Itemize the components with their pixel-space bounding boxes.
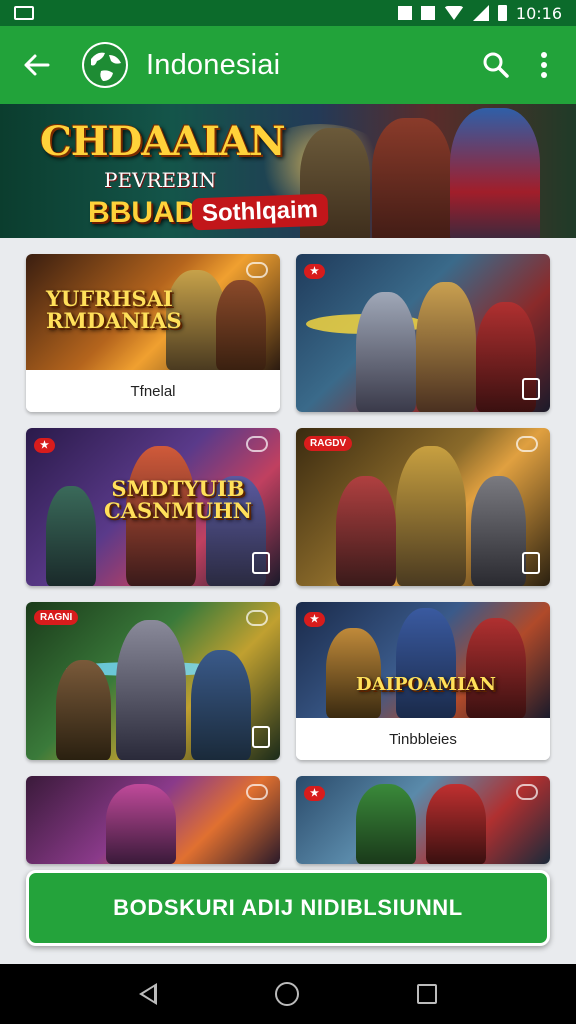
- game-card[interactable]: ★ DAIPOAMIAN Tinbbleies: [296, 602, 550, 760]
- hero-figure: [356, 292, 416, 412]
- hero-figure: [326, 628, 381, 718]
- banner-tag: BBUAD: [88, 196, 197, 229]
- game-card[interactable]: RAGNI: [26, 602, 280, 760]
- bookmark-icon[interactable]: [522, 378, 540, 400]
- game-card[interactable]: ★: [296, 776, 550, 864]
- hero-figure: [191, 650, 251, 760]
- notification-icon: [14, 6, 34, 20]
- favorite-icon[interactable]: [246, 610, 268, 626]
- hero-figure: [116, 620, 186, 760]
- app-logo: [82, 42, 128, 88]
- battery-icon: [497, 5, 507, 21]
- system-nav-bar: [0, 964, 576, 1024]
- status-icons: 10:16: [397, 3, 562, 23]
- page-title: Indonesiai: [146, 48, 281, 81]
- nav-recents-icon[interactable]: [417, 984, 437, 1004]
- game-card[interactable]: ★: [296, 254, 550, 412]
- game-title: DAIPOAMIAN: [356, 674, 496, 695]
- hero-figure: [416, 282, 476, 412]
- game-label: Tfnelal: [26, 370, 280, 412]
- more-vertical-icon: [541, 52, 547, 78]
- game-card[interactable]: ★ SMDTYUIB CASNMUHN: [26, 428, 280, 586]
- arrow-left-icon: [24, 54, 50, 76]
- favorite-icon[interactable]: [246, 784, 268, 800]
- game-art: ★ SMDTYUIB CASNMUHN: [26, 428, 280, 586]
- game-badge: RAGDV: [304, 436, 353, 451]
- hero-figure: [450, 108, 540, 238]
- favorite-icon[interactable]: [246, 262, 268, 278]
- game-title: SMDTYUIB CASNMUHN: [104, 476, 252, 523]
- nav-home-icon[interactable]: [275, 982, 299, 1006]
- hero-figure: [396, 446, 466, 586]
- game-art: YUFRHSAI RMDANIAS: [26, 254, 280, 370]
- globe-icon: [84, 44, 126, 86]
- status-time: 10:16: [515, 3, 562, 23]
- new-badge: ★: [34, 438, 55, 453]
- game-art: ★ DAIPOAMIAN: [296, 602, 550, 718]
- favorite-icon[interactable]: [516, 784, 538, 800]
- vibrate-icon: [397, 6, 412, 20]
- bookmark-icon[interactable]: [252, 726, 270, 748]
- banner-tag-ribbon: Sothlqaim: [191, 193, 329, 231]
- game-art: RAGDV: [296, 428, 550, 586]
- hero-figure: [426, 784, 486, 864]
- game-art: ★: [296, 254, 550, 412]
- game-card[interactable]: [26, 776, 280, 864]
- banner-subtitle: PEVREBIN: [104, 168, 217, 192]
- nav-back-icon[interactable]: [139, 983, 157, 1005]
- game-card[interactable]: RAGDV: [296, 428, 550, 586]
- hero-figure: [106, 784, 176, 864]
- data-icon: [420, 6, 435, 20]
- hero-figure: [396, 608, 456, 718]
- hero-figure: [466, 618, 526, 718]
- signal-icon: [472, 5, 489, 21]
- status-bar: 10:16: [0, 0, 576, 26]
- new-badge: ★: [304, 264, 325, 279]
- bookmark-icon[interactable]: [522, 552, 540, 574]
- back-button[interactable]: [16, 45, 56, 85]
- bookmark-icon[interactable]: [252, 552, 270, 574]
- hero-figure: [372, 118, 452, 238]
- hero-figure: [56, 660, 111, 760]
- game-grid: YUFRHSAI RMDANIAS Tfnelal ★ ★ SMDTYUIB C…: [26, 254, 550, 864]
- search-button[interactable]: [476, 45, 516, 85]
- wifi-icon: [443, 6, 464, 20]
- favorite-icon[interactable]: [246, 436, 268, 452]
- new-badge: ★: [304, 786, 325, 801]
- game-badge: RAGNI: [34, 610, 79, 625]
- download-button[interactable]: BODSKURI ADIJ NIDIBLSIUNNL: [26, 870, 550, 946]
- more-options-button[interactable]: [524, 45, 564, 85]
- banner-title: CHDAAIAN: [40, 118, 286, 165]
- app-bar: Indonesiai: [0, 26, 576, 104]
- game-art: RAGNI: [26, 602, 280, 760]
- new-badge: ★: [304, 612, 325, 627]
- featured-banner[interactable]: CHDAAIAN PEVREBIN BBUAD Sothlqaim: [0, 104, 576, 238]
- game-card[interactable]: YUFRHSAI RMDANIAS Tfnelal: [26, 254, 280, 412]
- hero-figure: [471, 476, 526, 586]
- game-art: ★: [296, 776, 550, 864]
- game-art: [26, 776, 280, 864]
- favorite-icon[interactable]: [516, 436, 538, 452]
- hero-figure: [336, 476, 396, 586]
- game-title: YUFRHSAI RMDANIAS: [46, 286, 182, 333]
- game-label: Tinbbleies: [296, 718, 550, 760]
- search-icon: [483, 52, 509, 78]
- hero-figure: [356, 784, 416, 864]
